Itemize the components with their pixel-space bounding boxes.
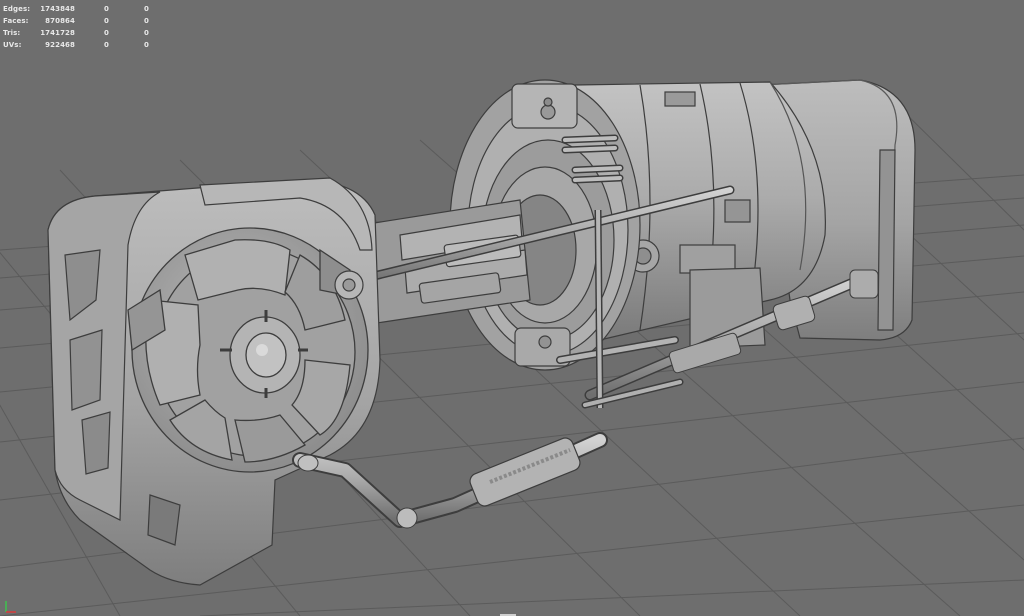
- hud-label: UVs:: [3, 41, 22, 49]
- hud-value: 1743848: [40, 5, 75, 13]
- hud-row-tris: Tris: 1741728 0 0: [3, 27, 153, 39]
- hud-selected: 0: [104, 17, 109, 25]
- hud-component: 0: [144, 17, 149, 25]
- hud-selected: 0: [104, 41, 109, 49]
- hud-component: 0: [144, 29, 149, 37]
- hud-value: 870864: [45, 17, 75, 25]
- hud-label: Edges:: [3, 5, 31, 13]
- hud-row-faces: Faces: 870864 0 0: [3, 15, 153, 27]
- hud-row-uvs: UVs: 922468 0 0: [3, 39, 153, 51]
- view-axis-icon: [5, 601, 16, 613]
- hud-component: 0: [144, 5, 149, 13]
- poly-count-hud: Edges: 1743848 0 0 Faces: 870864 0 0 Tri…: [3, 3, 153, 51]
- crank-arm: [334, 270, 364, 300]
- hud-row-edges: Edges: 1743848 0 0: [3, 3, 153, 15]
- 3d-viewport[interactable]: [0, 0, 1024, 616]
- hud-selected: 0: [104, 29, 109, 37]
- hud-selected: 0: [104, 5, 109, 13]
- hud-value: 1741728: [40, 29, 75, 37]
- hud-value: 922468: [45, 41, 75, 49]
- hud-component: 0: [144, 41, 149, 49]
- hud-label: Tris:: [3, 29, 21, 37]
- hud-label: Faces:: [3, 17, 29, 25]
